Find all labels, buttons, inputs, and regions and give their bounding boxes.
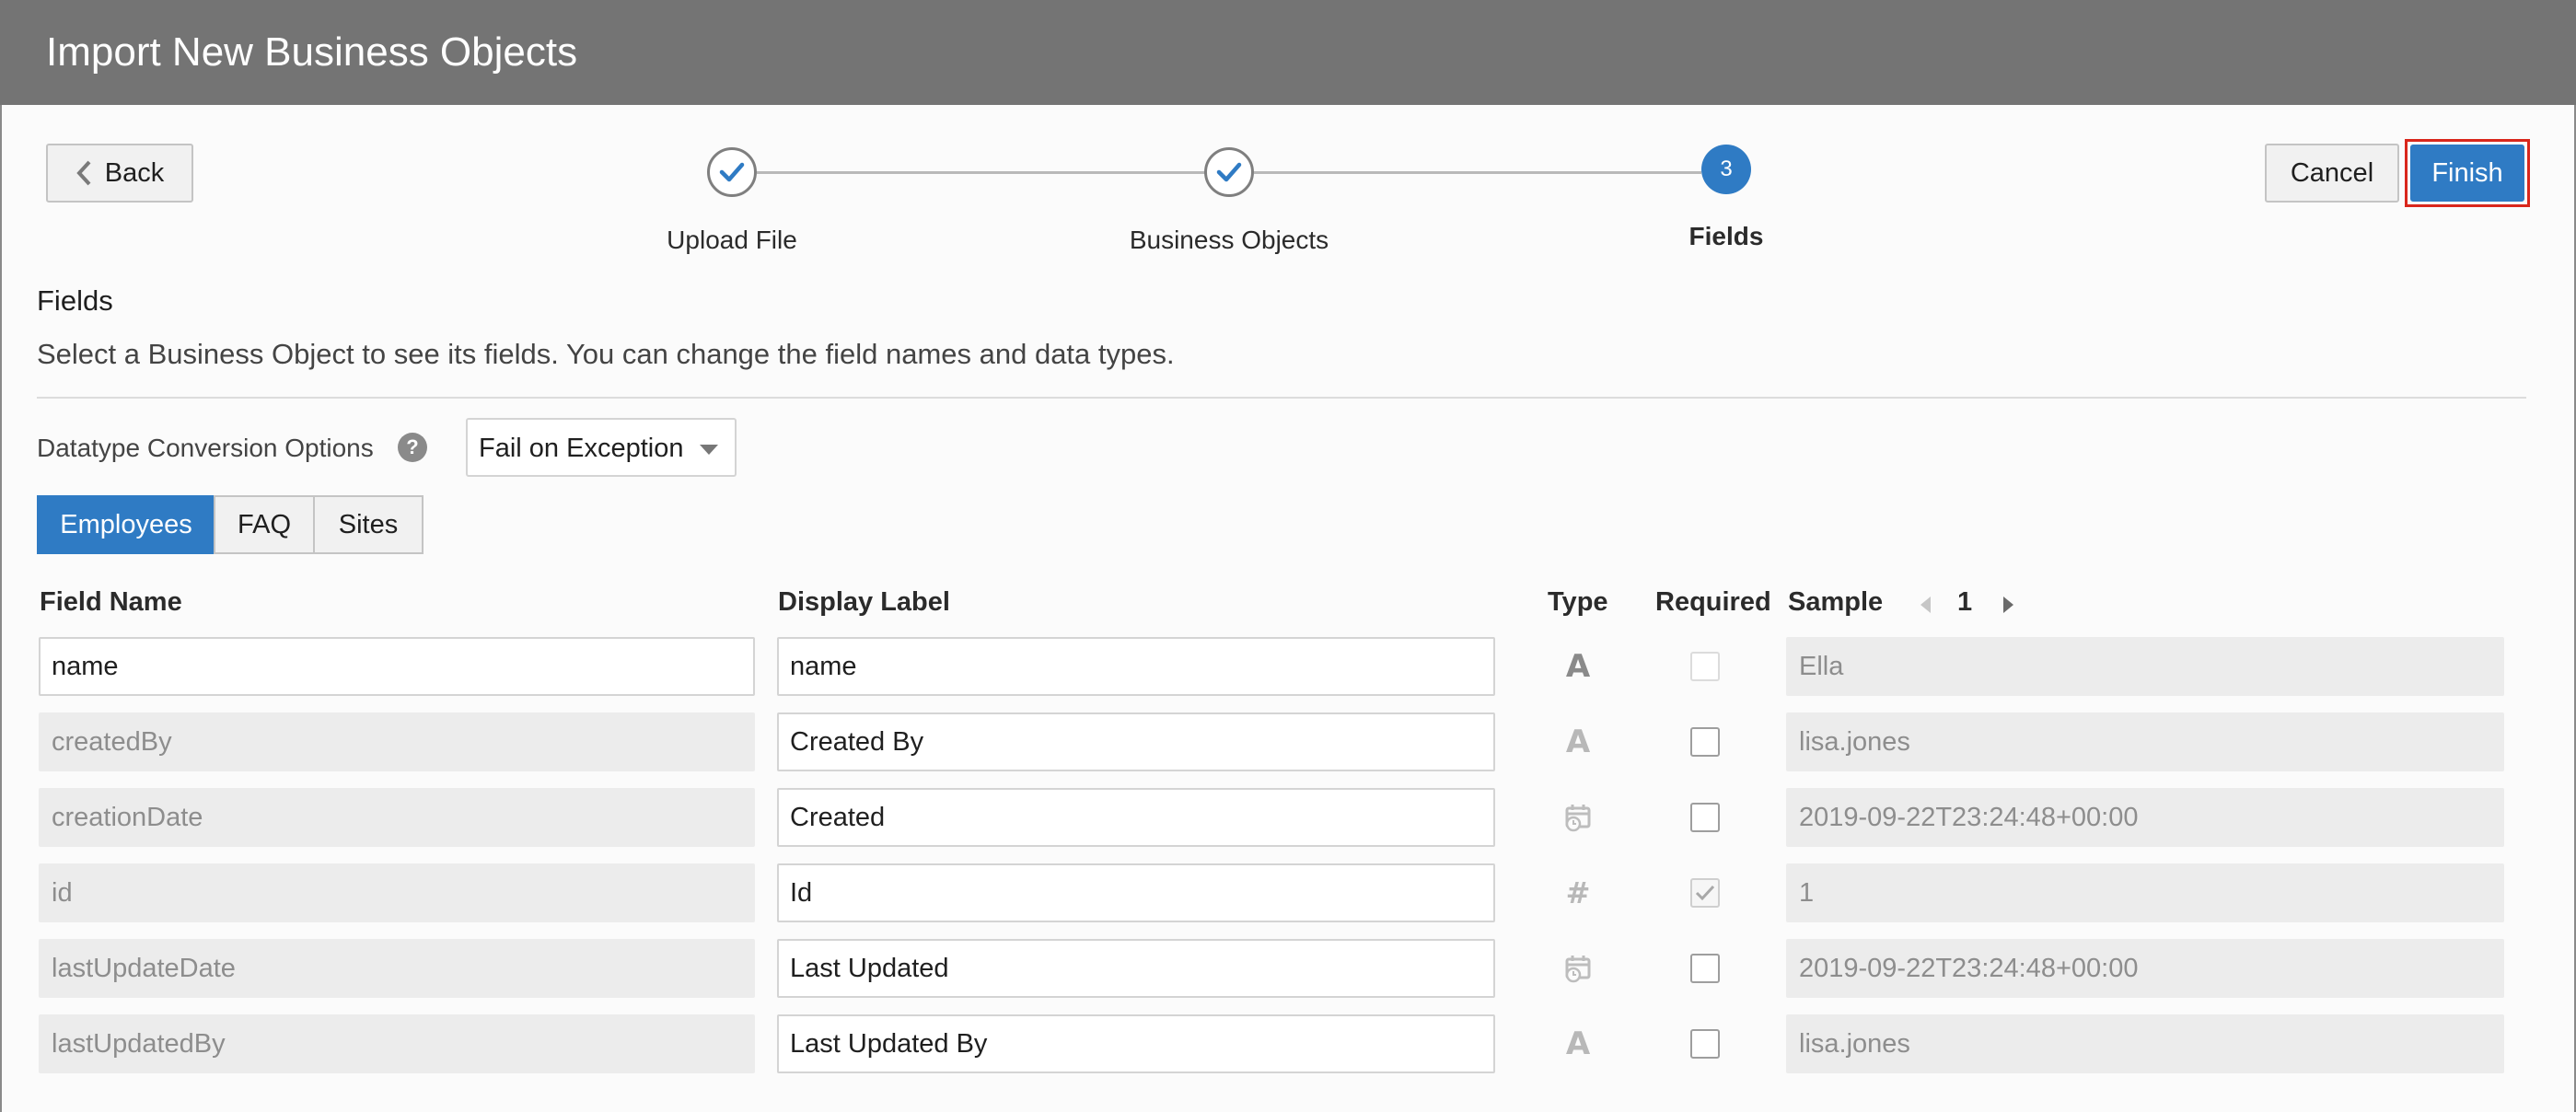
train-stop-business-objects[interactable]	[1204, 147, 1254, 197]
sample-value: Ella	[1786, 637, 2504, 696]
column-header-field-name: Field Name	[40, 587, 182, 617]
field-name-input[interactable]: name	[39, 637, 755, 696]
column-header-type: Type	[1548, 587, 1608, 617]
dialog-header: Import New Business Objects	[0, 0, 2576, 105]
text-type-icon: A	[1565, 1025, 1591, 1062]
sample-page-number: 1	[1957, 587, 1973, 617]
field-name-input: id	[39, 863, 755, 922]
required-checkbox[interactable]	[1690, 1029, 1720, 1059]
tab-faq[interactable]: FAQ	[214, 495, 315, 554]
business-object-tabs: Employees FAQ Sites	[37, 495, 424, 554]
field-name-input: lastUpdateDate	[39, 939, 755, 998]
column-header-sample: Sample	[1788, 587, 1884, 617]
conversion-options-label: Datatype Conversion Options	[37, 434, 374, 462]
field-name-input: creationDate	[39, 788, 755, 847]
train-connector	[757, 171, 1206, 174]
back-label: Back	[104, 157, 165, 188]
chevron-left-icon	[76, 160, 91, 186]
display-label-input[interactable]: Last Updated	[777, 939, 1495, 998]
train-stop-upload-file[interactable]	[707, 147, 757, 197]
tab-employees[interactable]: Employees	[37, 495, 215, 554]
conversion-options-value: Fail on Exception	[479, 434, 684, 463]
display-label-input[interactable]: name	[777, 637, 1495, 696]
datetime-type-icon	[1561, 952, 1595, 985]
datetime-type-icon	[1561, 801, 1595, 834]
finish-button[interactable]: Finish	[2410, 145, 2524, 202]
number-type-icon: #	[1565, 875, 1591, 910]
train-connector	[1254, 171, 1701, 174]
conversion-options-select[interactable]: Fail on Exception	[466, 418, 737, 477]
display-label-input[interactable]: Id	[777, 863, 1495, 922]
display-label-input[interactable]: Last Updated By	[777, 1014, 1495, 1073]
required-checkbox[interactable]	[1690, 954, 1720, 983]
column-header-display-label: Display Label	[778, 587, 950, 617]
sample-value: 2019-09-22T23:24:48+00:00	[1786, 939, 2504, 998]
step-number: 3	[1720, 156, 1733, 181]
sample-value: lisa.jones	[1786, 1014, 2504, 1073]
train-stop-fields[interactable]: 3	[1701, 145, 1751, 194]
text-type-icon[interactable]: A	[1561, 650, 1595, 683]
help-icon[interactable]: ?	[398, 433, 427, 462]
step-label-business-objects[interactable]: Business Objects	[1130, 226, 1329, 255]
cancel-button[interactable]: Cancel	[2265, 144, 2399, 203]
checkmark-icon	[719, 162, 745, 182]
tab-sites[interactable]: Sites	[313, 495, 424, 554]
back-button[interactable]: Back	[46, 144, 193, 203]
field-name-input: createdBy	[39, 712, 755, 771]
divider	[37, 397, 2526, 399]
section-title: Fields	[37, 284, 113, 317]
display-label-input[interactable]: Created	[777, 788, 1495, 847]
checkmark-icon	[1216, 162, 1242, 182]
step-label-upload-file[interactable]: Upload File	[667, 226, 797, 255]
sample-next-icon[interactable]	[2003, 597, 2013, 613]
section-description: Select a Business Object to see its fiel…	[37, 338, 1175, 370]
checkmark-icon	[1695, 885, 1715, 901]
text-type-icon: A	[1565, 724, 1591, 760]
required-checkbox	[1690, 652, 1720, 681]
display-label-input[interactable]: Created By	[777, 712, 1495, 771]
sample-prev-icon[interactable]	[1920, 597, 1931, 613]
step-label-fields[interactable]: Fields	[1689, 222, 1764, 251]
column-header-required: Required	[1655, 587, 1771, 617]
caret-down-icon	[700, 445, 718, 455]
required-checkbox	[1690, 878, 1720, 908]
required-checkbox[interactable]	[1690, 803, 1720, 832]
field-name-input: lastUpdatedBy	[39, 1014, 755, 1073]
dialog-title: Import New Business Objects	[46, 29, 578, 75]
required-checkbox[interactable]	[1690, 727, 1720, 757]
sample-value: 2019-09-22T23:24:48+00:00	[1786, 788, 2504, 847]
sample-value: lisa.jones	[1786, 712, 2504, 771]
sample-value: 1	[1786, 863, 2504, 922]
